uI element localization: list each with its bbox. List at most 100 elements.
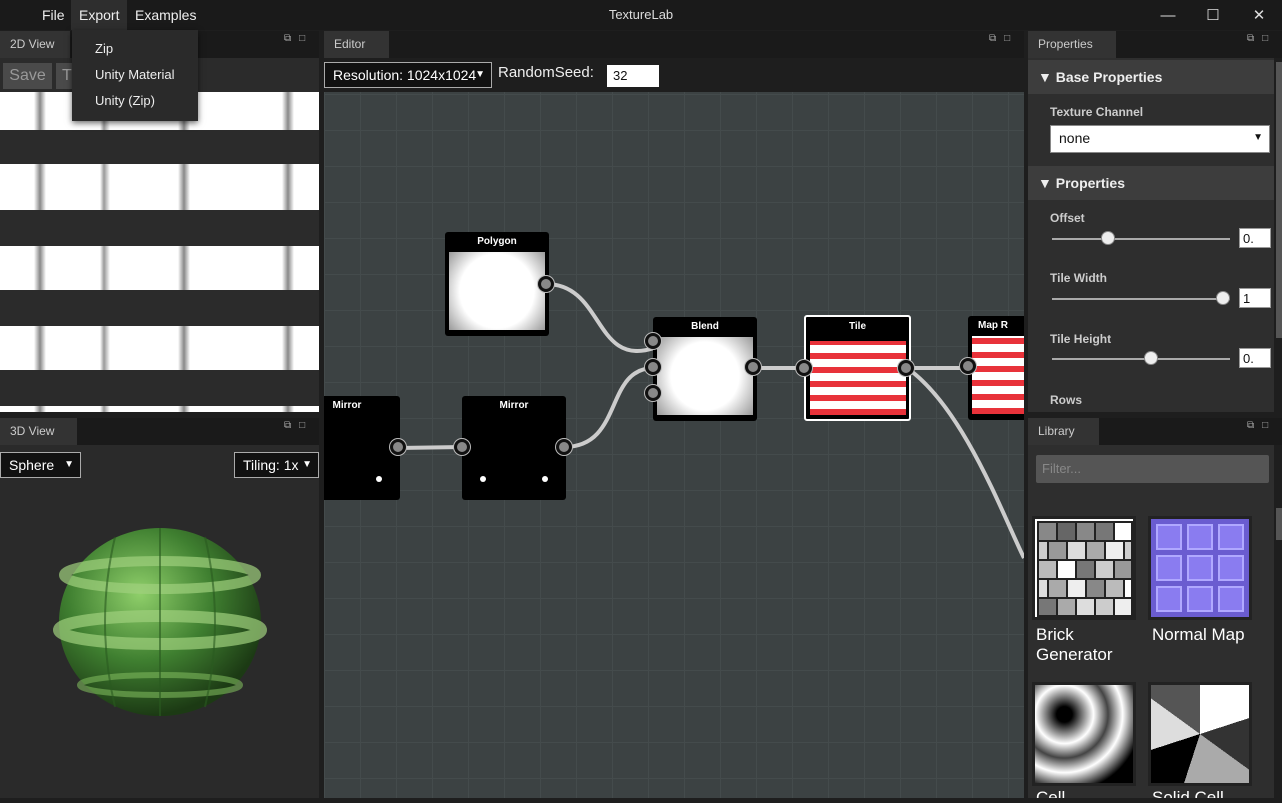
rows-label: Rows — [1050, 393, 1083, 407]
node-title: Tile — [848, 321, 867, 332]
tiling-select[interactable]: Tiling: 1x ▼ — [234, 452, 319, 478]
shape-select[interactable]: Sphere ▼ — [0, 452, 81, 478]
node-tile[interactable]: Tile — [796, 315, 914, 421]
view2d-pane-icons[interactable]: ⧉ □ — [276, 33, 305, 44]
brick-generator-thumbnail[interactable] — [1032, 516, 1136, 620]
save-button[interactable]: Save — [3, 63, 52, 89]
menu-file[interactable]: File — [34, 0, 73, 30]
maximize-pane-icon[interactable]: □ — [299, 33, 305, 44]
tile-width-slider-thumb[interactable] — [1216, 291, 1230, 305]
node-title: Blend — [691, 321, 719, 332]
offset-slider[interactable] — [1052, 238, 1230, 240]
node-preview — [657, 337, 753, 415]
offset-label: Offset — [1050, 211, 1085, 225]
node-editor-canvas[interactable]: Polygon Mirror Mirror Blend Tile Map R — [324, 58, 1024, 798]
solid-cell-thumbnail[interactable] — [1148, 682, 1252, 786]
texture-channel-select[interactable]: none ▼ — [1050, 125, 1270, 153]
maximize-pane-icon[interactable]: □ — [299, 420, 305, 431]
library-panel: Filter... Brick Generator Normal Map Cel… — [1028, 445, 1274, 798]
float-icon[interactable]: ⧉ — [1247, 33, 1254, 44]
tile-height-slider[interactable] — [1052, 358, 1230, 360]
tab-editor[interactable]: Editor — [324, 31, 389, 58]
tile-height-label: Tile Height — [1050, 332, 1112, 346]
node-preview-dot — [480, 476, 486, 482]
node-map[interactable]: Map R — [960, 316, 1024, 420]
offset-input[interactable]: 0. — [1239, 228, 1271, 248]
node-mirror-2[interactable]: Mirror — [454, 396, 572, 500]
tile-width-label: Tile Width — [1050, 271, 1107, 285]
node-title: Map R — [978, 320, 1008, 331]
maximize-pane-icon[interactable]: □ — [1262, 33, 1268, 44]
view3d-canvas[interactable] — [0, 445, 319, 798]
texture-preview-row — [0, 246, 319, 290]
properties-section-title: Properties — [1055, 175, 1125, 191]
properties-section-header[interactable]: ▼ Properties — [1028, 166, 1274, 200]
editor-pane-icons[interactable]: ⧉ □ — [981, 33, 1010, 44]
export-unity-material[interactable]: Unity Material — [72, 62, 198, 88]
view3d-pane-icons[interactable]: ⧉ □ — [276, 420, 305, 431]
menu-export[interactable]: Export — [71, 0, 128, 30]
input-port[interactable] — [960, 358, 976, 374]
output-port[interactable] — [898, 360, 914, 376]
minimize-icon[interactable]: — — [1145, 0, 1191, 30]
library-pane-icons[interactable]: ⧉ □ — [1239, 420, 1268, 431]
tiling-select-value: Tiling: 1x — [243, 457, 299, 473]
random-seed-input[interactable]: 32 — [607, 65, 659, 87]
node-mirror-1[interactable]: Mirror — [324, 396, 406, 500]
tab-library[interactable]: Library — [1028, 418, 1099, 445]
input-port[interactable] — [645, 385, 661, 401]
node-preview — [449, 252, 545, 330]
float-icon[interactable]: ⧉ — [1247, 420, 1254, 431]
normal-map-thumbnail[interactable] — [1148, 516, 1252, 620]
library-item-label: Brick Generator — [1036, 625, 1113, 664]
library-item-label: Cell — [1036, 788, 1066, 798]
texture-preview-row — [0, 164, 319, 210]
properties-scrollbar[interactable] — [1276, 62, 1282, 338]
node-title: Mirror — [499, 400, 529, 411]
resolution-value: Resolution: 1024x1024 — [333, 67, 477, 83]
library-scrollbar[interactable] — [1276, 508, 1282, 540]
input-port[interactable] — [796, 360, 812, 376]
normal-map-icon — [1156, 524, 1244, 612]
sphere-preview — [53, 528, 267, 716]
export-zip[interactable]: Zip — [72, 36, 198, 62]
tile-width-slider[interactable] — [1052, 298, 1230, 300]
node-blend[interactable]: Blend — [645, 317, 761, 421]
offset-slider-thumb[interactable] — [1101, 231, 1115, 245]
chevron-down-icon: ▼ — [1253, 132, 1263, 143]
tab-properties[interactable]: Properties — [1028, 31, 1116, 58]
base-properties-header[interactable]: ▼ Base Properties — [1028, 60, 1274, 94]
input-port[interactable] — [454, 439, 470, 455]
export-unity-zip[interactable]: Unity (Zip) — [72, 88, 198, 114]
output-port[interactable] — [390, 439, 406, 455]
maximize-icon[interactable]: ☐ — [1190, 0, 1236, 30]
properties-pane-icons[interactable]: ⧉ □ — [1239, 33, 1268, 44]
tab-2d-view[interactable]: 2D View — [0, 31, 70, 58]
tile-width-input[interactable]: 1 — [1239, 288, 1271, 308]
node-preview — [972, 336, 1024, 414]
library-filter-input[interactable]: Filter... — [1036, 455, 1269, 483]
brick-pattern-icon — [1037, 521, 1133, 617]
output-port[interactable] — [538, 276, 554, 292]
texture-channel-value: none — [1059, 130, 1091, 146]
tab-3d-view[interactable]: 3D View — [0, 418, 77, 445]
float-icon[interactable]: ⧉ — [284, 420, 291, 431]
node-polygon[interactable]: Polygon — [445, 232, 554, 336]
menu-examples[interactable]: Examples — [127, 0, 204, 30]
float-icon[interactable]: ⧉ — [989, 33, 996, 44]
texture-preview-row — [0, 326, 319, 370]
input-port[interactable] — [645, 359, 661, 375]
tile-height-input[interactable]: 0. — [1239, 348, 1271, 368]
library-item-label: Normal Map — [1152, 625, 1245, 644]
output-port[interactable] — [745, 359, 761, 375]
maximize-pane-icon[interactable]: □ — [1004, 33, 1010, 44]
float-icon[interactable]: ⧉ — [284, 33, 291, 44]
cell-thumbnail[interactable] — [1032, 682, 1136, 786]
tile-height-slider-thumb[interactable] — [1144, 351, 1158, 365]
maximize-pane-icon[interactable]: □ — [1262, 420, 1268, 431]
output-port[interactable] — [556, 439, 572, 455]
input-port[interactable] — [645, 333, 661, 349]
resolution-select[interactable]: Resolution: 1024x1024 ▼ — [324, 62, 492, 88]
library-item-label: Solid Cell — [1152, 788, 1224, 798]
close-icon[interactable]: ✕ — [1236, 0, 1282, 30]
